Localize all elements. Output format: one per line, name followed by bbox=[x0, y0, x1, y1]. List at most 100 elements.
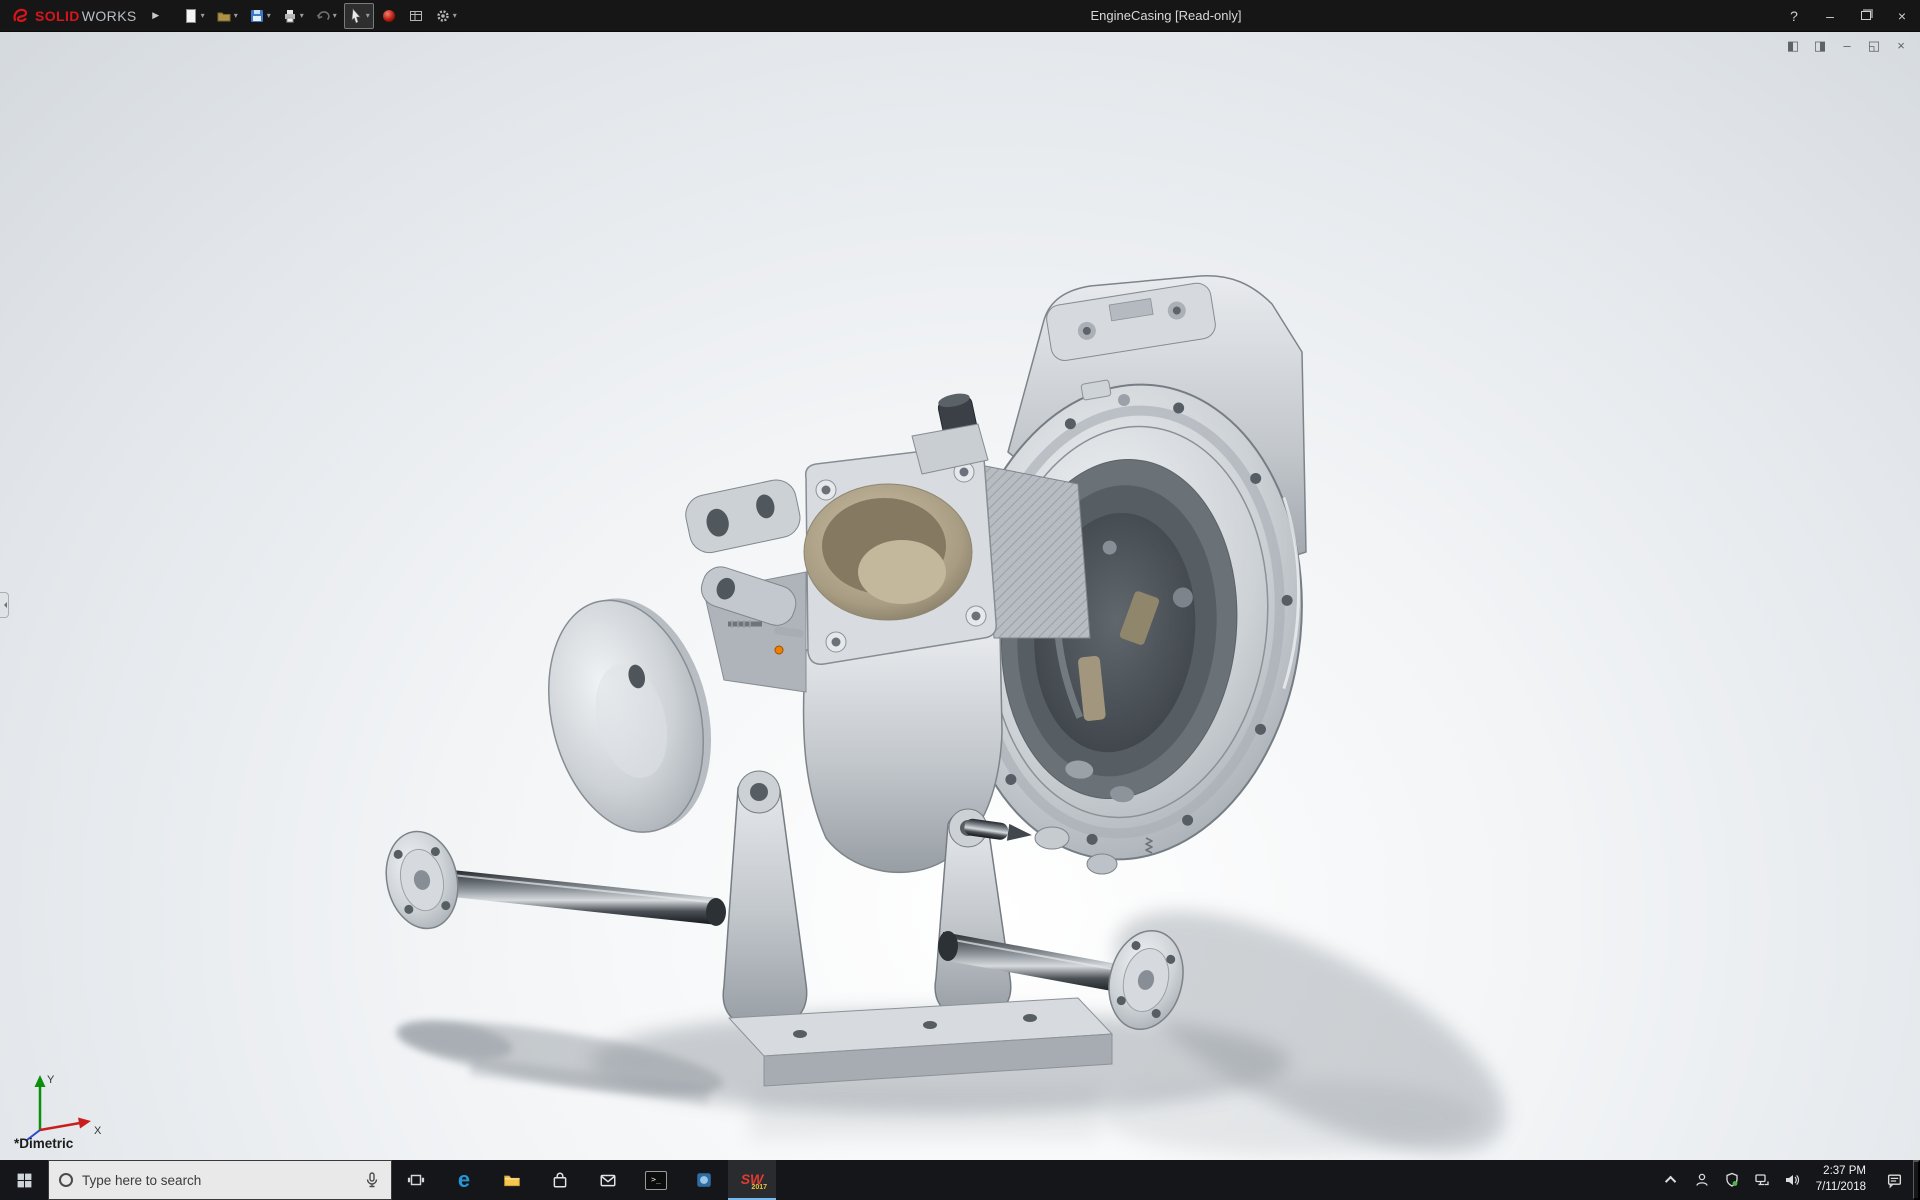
feature-panel-collapse-tab[interactable] bbox=[0, 592, 9, 618]
minimize-button[interactable]: – bbox=[1812, 0, 1848, 32]
open-button[interactable]: ▾ bbox=[212, 3, 242, 29]
dropdown-caret[interactable]: ▾ bbox=[300, 11, 304, 20]
brand-solid: SOLID bbox=[35, 7, 80, 24]
minimize-document-button[interactable]: – bbox=[1838, 39, 1856, 52]
select-tool-button[interactable]: ▾ bbox=[343, 2, 374, 29]
intake-bracket[interactable] bbox=[682, 476, 804, 556]
start-button[interactable] bbox=[0, 1160, 48, 1200]
dassault-swirl-icon bbox=[13, 8, 28, 22]
taskbar: e >_ bbox=[0, 1160, 1920, 1200]
pinned-app-icon bbox=[697, 1173, 711, 1187]
brand-works: WORKS bbox=[81, 7, 137, 24]
solidworks-window: SOLID WORKS ▶ ▾ ▾ ▾ ▾ ▾ ▾ ▾ EngineCasing… bbox=[0, 0, 1920, 1200]
dropdown-caret[interactable]: ▾ bbox=[333, 11, 337, 20]
search-box[interactable] bbox=[48, 1160, 392, 1200]
casing-boss[interactable] bbox=[1086, 853, 1118, 875]
window-controls: ? – × bbox=[1776, 0, 1920, 32]
tray-network-button[interactable] bbox=[1747, 1160, 1777, 1200]
display-pane-right-button[interactable]: ◨ bbox=[1811, 39, 1829, 52]
left-axle[interactable] bbox=[378, 825, 726, 935]
dropdown-caret[interactable]: ▾ bbox=[267, 11, 271, 20]
fin-hatching bbox=[980, 465, 1090, 638]
selection-point-marker[interactable] bbox=[774, 645, 784, 655]
microphone-icon[interactable] bbox=[363, 1171, 381, 1189]
print-button[interactable]: ▾ bbox=[278, 3, 308, 29]
task-view-button[interactable] bbox=[392, 1160, 440, 1200]
solidworks-2017-icon: SW 2017 bbox=[739, 1168, 767, 1191]
save-floppy-icon bbox=[250, 9, 263, 22]
file-explorer-icon bbox=[504, 1175, 520, 1187]
tray-security-button[interactable] bbox=[1717, 1160, 1747, 1200]
reference-triad: Y X bbox=[26, 1074, 102, 1141]
titlebar: SOLID WORKS ▶ ▾ ▾ ▾ ▾ ▾ ▾ ▾ EngineCasing… bbox=[0, 0, 1920, 32]
dropdown-caret[interactable]: ▾ bbox=[366, 11, 370, 20]
system-tray: 2:37 PM 7/11/2018 bbox=[1657, 1160, 1920, 1200]
select-cursor-icon bbox=[351, 7, 361, 23]
hex-bolt bbox=[1118, 394, 1130, 406]
taskbar-item-pinned-app[interactable] bbox=[680, 1160, 728, 1200]
display-pane-left-button[interactable]: ◧ bbox=[1784, 39, 1802, 52]
windows-logo-icon bbox=[17, 1173, 31, 1187]
settings-gear-icon bbox=[437, 9, 449, 22]
document-window-controls: ◧ ◨ – ◱ × bbox=[1784, 39, 1910, 52]
new-document-button[interactable]: ▾ bbox=[179, 3, 209, 29]
document-title: EngineCasing [Read-only] bbox=[1090, 8, 1242, 23]
command-prompt-icon: >_ bbox=[645, 1170, 667, 1190]
task-view-icon bbox=[407, 1174, 425, 1186]
triad-y-label: Y bbox=[47, 1074, 55, 1086]
sketch-table-button[interactable] bbox=[404, 3, 428, 29]
taskbar-item-file-explorer[interactable] bbox=[488, 1160, 536, 1200]
clock-date: 7/11/2018 bbox=[1815, 1181, 1866, 1193]
restore-button[interactable] bbox=[1848, 0, 1884, 32]
edge-icon: e bbox=[457, 1167, 471, 1192]
undo-button[interactable]: ▾ bbox=[311, 3, 341, 29]
search-input[interactable] bbox=[82, 1172, 354, 1188]
model-canvas[interactable] bbox=[0, 32, 1920, 1160]
action-center-button[interactable] bbox=[1875, 1160, 1913, 1200]
close-button[interactable]: × bbox=[1884, 0, 1920, 32]
dropdown-caret[interactable]: ▾ bbox=[201, 11, 205, 20]
help-button[interactable]: ? bbox=[1776, 0, 1812, 32]
dropdown-caret[interactable]: ▾ bbox=[453, 11, 457, 20]
graphics-viewport[interactable]: ◧ ◨ – ◱ × Y X *Dimetric bbox=[0, 32, 1920, 1160]
quick-access-toolbar: ▾ ▾ ▾ ▾ ▾ ▾ ▾ bbox=[179, 2, 461, 29]
chevron-up-icon bbox=[1664, 1175, 1676, 1188]
table-grid-icon bbox=[409, 10, 422, 21]
flywheel-disc[interactable] bbox=[526, 582, 734, 849]
options-button[interactable]: ▾ bbox=[431, 3, 461, 29]
tray-volume-button[interactable] bbox=[1777, 1160, 1807, 1200]
print-icon bbox=[284, 9, 295, 22]
dropdown-caret[interactable]: ▾ bbox=[234, 11, 238, 20]
taskbar-item-store[interactable] bbox=[536, 1160, 584, 1200]
save-button[interactable]: ▾ bbox=[245, 3, 275, 29]
taskbar-item-mail[interactable] bbox=[584, 1160, 632, 1200]
restore-icon bbox=[1861, 11, 1871, 20]
close-document-button[interactable]: × bbox=[1892, 39, 1910, 52]
action-center-icon bbox=[1887, 1173, 1901, 1188]
render-sphere-icon bbox=[382, 9, 395, 22]
clock-time: 2:37 PM bbox=[1823, 1165, 1866, 1178]
menu-flyout-arrow[interactable]: ▶ bbox=[147, 4, 165, 28]
hidden-icons-button[interactable] bbox=[1657, 1160, 1687, 1200]
view-orientation-label: *Dimetric bbox=[14, 1136, 74, 1151]
taskbar-item-command-prompt[interactable]: >_ bbox=[632, 1160, 680, 1200]
restore-document-button[interactable]: ◱ bbox=[1865, 39, 1883, 52]
chevron-left-icon bbox=[1, 602, 7, 608]
taskbar-item-edge[interactable]: e bbox=[440, 1160, 488, 1200]
tray-people-button[interactable] bbox=[1687, 1160, 1717, 1200]
security-shield-icon bbox=[1726, 1172, 1738, 1187]
cortana-icon bbox=[59, 1173, 73, 1187]
people-icon bbox=[1696, 1173, 1708, 1186]
show-desktop-button[interactable] bbox=[1913, 1160, 1920, 1200]
store-bag-icon bbox=[553, 1172, 567, 1188]
sw-year: 2017 bbox=[751, 1184, 767, 1191]
network-icon bbox=[1755, 1174, 1769, 1186]
engine-casing-model[interactable] bbox=[378, 275, 1325, 1087]
mail-icon bbox=[600, 1174, 616, 1187]
volume-icon bbox=[1785, 1174, 1799, 1186]
casing-boss[interactable] bbox=[1034, 826, 1070, 850]
taskbar-clock[interactable]: 2:37 PM 7/11/2018 bbox=[1807, 1164, 1875, 1195]
new-document-icon bbox=[185, 8, 196, 23]
view-sphere-button[interactable] bbox=[377, 3, 401, 29]
taskbar-item-solidworks[interactable]: SW 2017 bbox=[728, 1160, 776, 1200]
